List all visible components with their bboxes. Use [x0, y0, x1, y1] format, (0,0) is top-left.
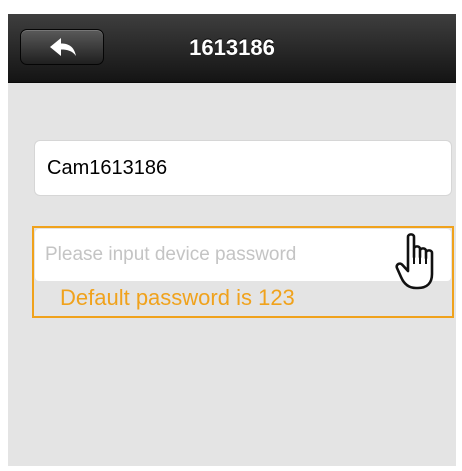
pointing-hand-icon [395, 233, 434, 290]
app-screen: 1613186 Default password is 123 [8, 14, 456, 466]
back-button[interactable] [20, 29, 104, 65]
navigation-bar: 1613186 [8, 14, 456, 83]
default-password-hint: Default password is 123 [60, 285, 295, 310]
back-arrow-icon [50, 38, 76, 56]
device-name-field[interactable] [34, 140, 452, 196]
device-password-field[interactable] [35, 229, 451, 281]
